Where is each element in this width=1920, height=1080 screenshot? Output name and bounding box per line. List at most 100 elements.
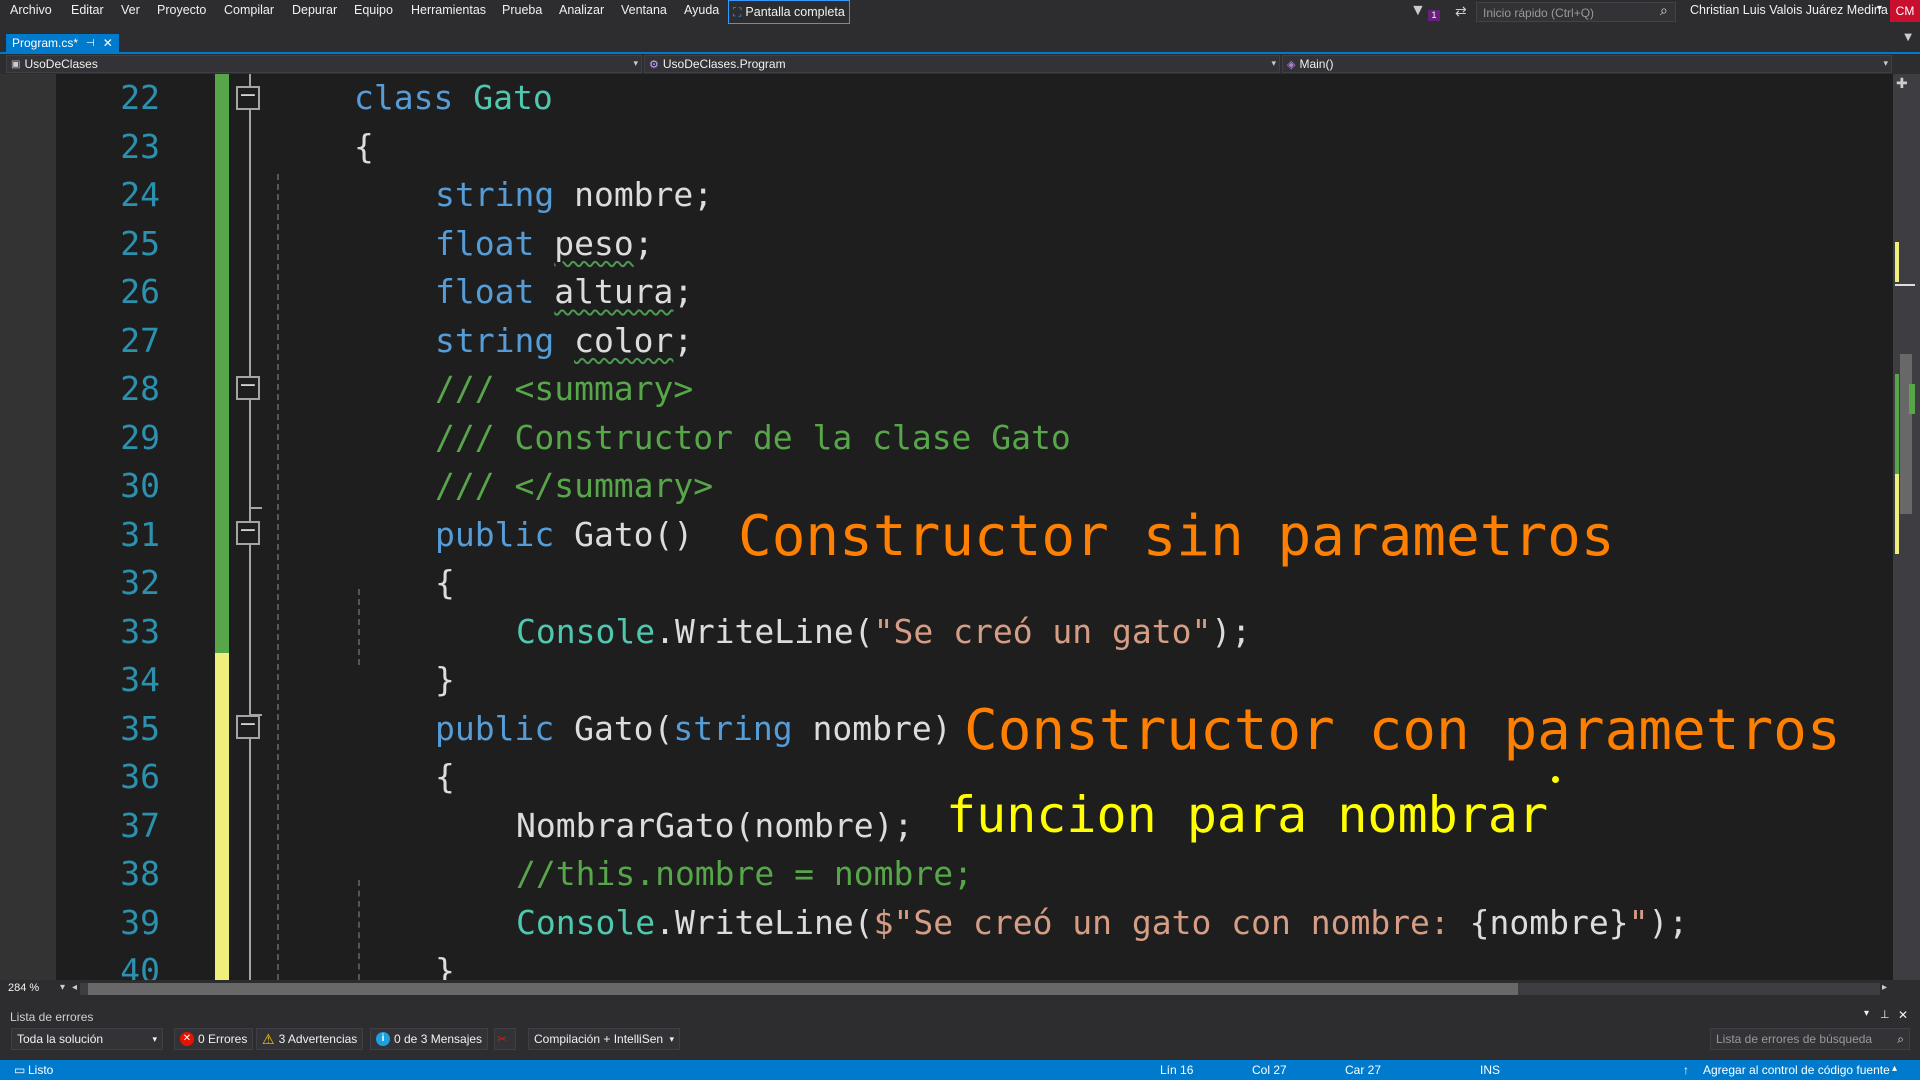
user-name[interactable]: Christian Luis Valois Juárez Medina [1690, 3, 1888, 17]
line-number: 40 [120, 951, 160, 980]
indent-guide [358, 589, 360, 665]
code-token: //this.nombre = nombre; [516, 854, 973, 893]
scrollbar-thumb[interactable] [1900, 354, 1912, 514]
clear-filter-button[interactable]: ✂ [494, 1028, 516, 1050]
code-line[interactable]: { [435, 563, 455, 602]
menu-ventana[interactable]: Ventana [621, 3, 667, 17]
type-dropdown[interactable]: ⚙ UsoDeClases.Program ▾ [644, 55, 1280, 73]
split-icon[interactable]: ✚ [1896, 76, 1908, 92]
close-icon[interactable]: ✕ [1898, 1008, 1908, 1022]
code-line[interactable]: } [435, 660, 455, 699]
error-search-input[interactable]: Lista de errores de búsqueda ⌕ [1710, 1028, 1910, 1050]
code-line[interactable]: /// Constructor de la clase Gato [435, 418, 1071, 457]
source-control-icon[interactable]: ↑ [1683, 1063, 1689, 1077]
source-control-button[interactable]: Agregar al control de código fuente [1703, 1063, 1890, 1077]
scope-dropdown[interactable]: Toda la solución ▾ [11, 1028, 163, 1050]
collapse-comment-icon[interactable]: − [236, 375, 260, 400]
annotation-dot [1552, 776, 1559, 783]
status-char[interactable]: Car 27 [1345, 1063, 1381, 1077]
code-line[interactable]: //this.nombre = nombre; [516, 854, 973, 893]
vertical-scrollbar[interactable] [1893, 74, 1920, 980]
info-icon: i [376, 1032, 390, 1046]
code-line[interactable]: /// </summary> [435, 466, 713, 505]
tab-program-cs[interactable]: Program.cs* ⊣ ✕ [6, 34, 119, 52]
messages-count: 0 de 3 Mensajes [394, 1032, 483, 1046]
menu-archivo[interactable]: Archivo [10, 3, 52, 17]
code-line[interactable]: Console.WriteLine("Se creó un gato"); [516, 612, 1251, 651]
chevron-down-icon[interactable]: ▾ [1864, 1008, 1869, 1019]
collapse-class-icon[interactable]: − [236, 85, 260, 110]
code-line[interactable]: float peso; [435, 224, 654, 263]
line-number: 39 [120, 902, 160, 942]
zoom-level[interactable]: 284 % [8, 982, 39, 994]
menu-proyecto[interactable]: Proyecto [157, 3, 206, 17]
menu-depurar[interactable]: Depurar [292, 3, 337, 17]
code-token: string [435, 175, 575, 214]
code-line[interactable]: class Gato [354, 78, 553, 117]
feedback-icon[interactable]: ⇄ [1455, 3, 1467, 20]
scroll-left-icon[interactable]: ◂ [72, 982, 77, 993]
filter-icon[interactable]: ▼ [1410, 2, 1426, 20]
indent-guide [277, 174, 279, 980]
search-icon: ⌕ [1897, 1031, 1904, 1046]
code-editor[interactable]: 22 23 24 25 26 27 28 29 30 31 32 33 34 35 36 37 38 39 40 −… [0, 74, 1900, 980]
project-dropdown[interactable]: ▣ UsoDeClases ▾ [6, 55, 642, 73]
code-token: Gato() [574, 514, 694, 554]
pin-icon[interactable]: ⊥ [1880, 1008, 1890, 1021]
code-line[interactable]: Console.WriteLine($"Se creó un gato con … [516, 903, 1688, 942]
menu-compilar[interactable]: Compilar [224, 3, 274, 17]
code-token: ); [1648, 902, 1689, 942]
code-line[interactable]: } [435, 951, 455, 980]
menu-ayuda[interactable]: Ayuda [684, 3, 719, 17]
menu-herramientas[interactable]: Herramientas [411, 3, 486, 17]
pin-icon[interactable]: ⊣ [86, 38, 95, 49]
horizontal-scrollbar-thumb[interactable] [88, 983, 1518, 995]
code-token: /// </summary> [435, 466, 714, 505]
scroll-right-icon[interactable]: ▸ [1882, 982, 1887, 993]
code-line[interactable]: { [354, 127, 374, 166]
code-line[interactable]: /// <summary> [435, 369, 693, 408]
tab-list-dropdown-icon[interactable]: ▼ [1904, 32, 1912, 43]
glyph-margin[interactable] [0, 74, 56, 980]
member-dropdown[interactable]: ◈ Main() ▾ [1282, 55, 1892, 73]
code-token: nombre) [812, 708, 952, 748]
chevron-down-icon[interactable]: ▾ [1877, 3, 1882, 14]
code-line[interactable]: NombrarGato(nombre); [516, 806, 913, 845]
status-icon: ▭ [14, 1063, 26, 1077]
code-line[interactable]: string nombre; [435, 175, 713, 214]
fullscreen-button[interactable]: ⛶ Pantalla completa [728, 0, 850, 24]
code-line[interactable]: float altura; [435, 272, 693, 311]
build-filter-dropdown[interactable]: Compilación + IntelliSen ▾ [528, 1028, 680, 1050]
errors-count: 0 Errores [198, 1032, 248, 1046]
code-token: " [1628, 902, 1649, 942]
line-number: 31 [120, 514, 160, 554]
status-line[interactable]: Lín 16 [1160, 1063, 1193, 1077]
menu-editar[interactable]: Editar [71, 3, 104, 17]
code-token: } [435, 660, 455, 699]
code-line[interactable]: public Gato(string nombre) [435, 709, 952, 748]
code-token: .WriteLine( [655, 902, 874, 942]
warnings-filter-button[interactable]: ⚠ 3 Advertencias [256, 1028, 364, 1050]
messages-filter-button[interactable]: i 0 de 3 Mensajes [370, 1028, 489, 1050]
close-icon[interactable]: ✕ [103, 36, 113, 50]
code-token: string [435, 320, 575, 360]
scroll-warning-marker [1909, 384, 1915, 414]
chevron-up-icon[interactable]: ▴ [1892, 1063, 1897, 1074]
search-icon[interactable]: ⌕ [1660, 2, 1668, 19]
zoom-dropdown-icon[interactable]: ▾ [60, 982, 65, 993]
menu-prueba[interactable]: Prueba [502, 3, 542, 17]
menu-equipo[interactable]: Equipo [354, 3, 393, 17]
code-token: ; [673, 320, 694, 360]
collapse-method-icon[interactable]: − [236, 714, 260, 739]
menu-ver[interactable]: Ver [121, 3, 140, 17]
avatar[interactable]: CM [1890, 0, 1920, 22]
code-line[interactable]: { [435, 757, 455, 796]
errors-filter-button[interactable]: ✕ 0 Errores [174, 1028, 254, 1050]
status-mode[interactable]: INS [1480, 1063, 1500, 1077]
status-col[interactable]: Col 27 [1252, 1063, 1287, 1077]
menu-analizar[interactable]: Analizar [559, 3, 604, 17]
collapse-method-icon[interactable]: − [236, 520, 260, 545]
code-line[interactable]: string color; [435, 321, 693, 360]
quick-launch-input[interactable]: Inicio rápido (Ctrl+Q) [1476, 2, 1676, 22]
code-line[interactable]: public Gato() [435, 515, 693, 554]
